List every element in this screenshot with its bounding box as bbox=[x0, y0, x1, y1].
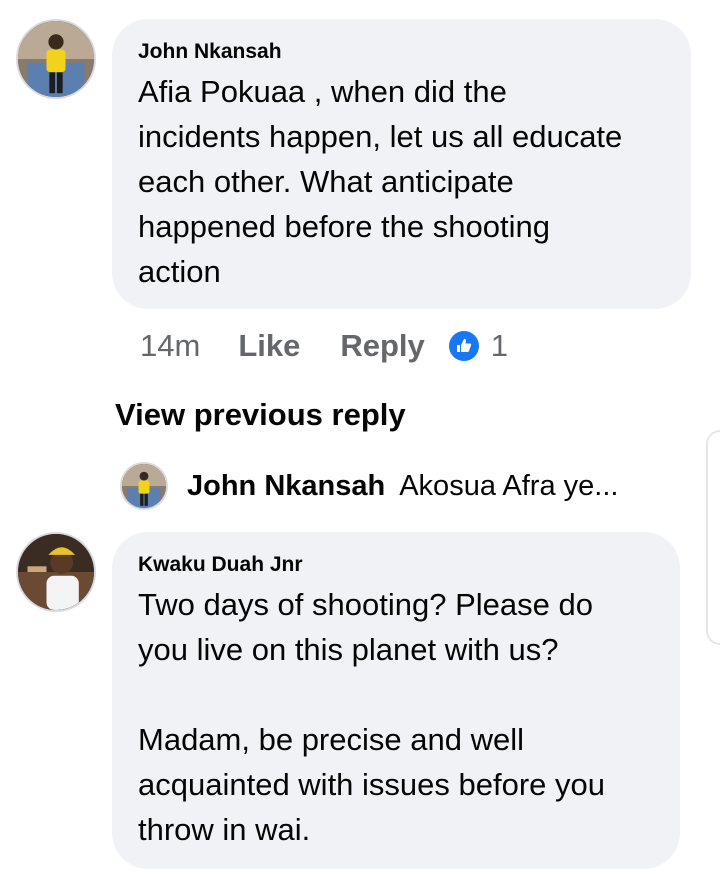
profile-photo-icon bbox=[122, 464, 166, 508]
reply-author[interactable]: John Nkansah bbox=[187, 470, 385, 503]
view-previous-reply-link[interactable]: View previous reply bbox=[115, 393, 406, 437]
thumbs-up-icon[interactable] bbox=[448, 331, 479, 361]
edge-panel bbox=[706, 430, 720, 645]
comment-author[interactable]: John Nkansah bbox=[138, 39, 665, 65]
reply-preview[interactable]: John Nkansah Akosua Afra ye... bbox=[120, 462, 710, 510]
avatar[interactable] bbox=[16, 19, 96, 99]
reaction-count[interactable]: 1 bbox=[491, 328, 508, 364]
avatar[interactable] bbox=[16, 532, 96, 612]
profile-photo-icon bbox=[18, 534, 94, 610]
comment-actions: 14m Like Reply 1 bbox=[140, 324, 508, 368]
reply-button[interactable]: Reply bbox=[340, 328, 424, 364]
reply-snippet[interactable]: Akosua Afra ye... bbox=[399, 470, 618, 503]
comment-bubble: John Nkansah Afia Pokuaa , when did the … bbox=[112, 19, 691, 309]
comment-text: Afia Pokuaa , when did the incidents hap… bbox=[138, 74, 623, 289]
comment-author[interactable]: Kwaku Duah Jnr bbox=[138, 552, 654, 578]
profile-photo-icon bbox=[18, 21, 94, 97]
comment-text: Two days of shooting? Please do you live… bbox=[138, 587, 606, 847]
avatar[interactable] bbox=[120, 462, 168, 510]
comment-timestamp: 14m bbox=[140, 328, 201, 363]
like-button[interactable]: Like bbox=[238, 328, 300, 364]
comment-bubble: Kwaku Duah Jnr Two days of shooting? Ple… bbox=[112, 532, 680, 869]
